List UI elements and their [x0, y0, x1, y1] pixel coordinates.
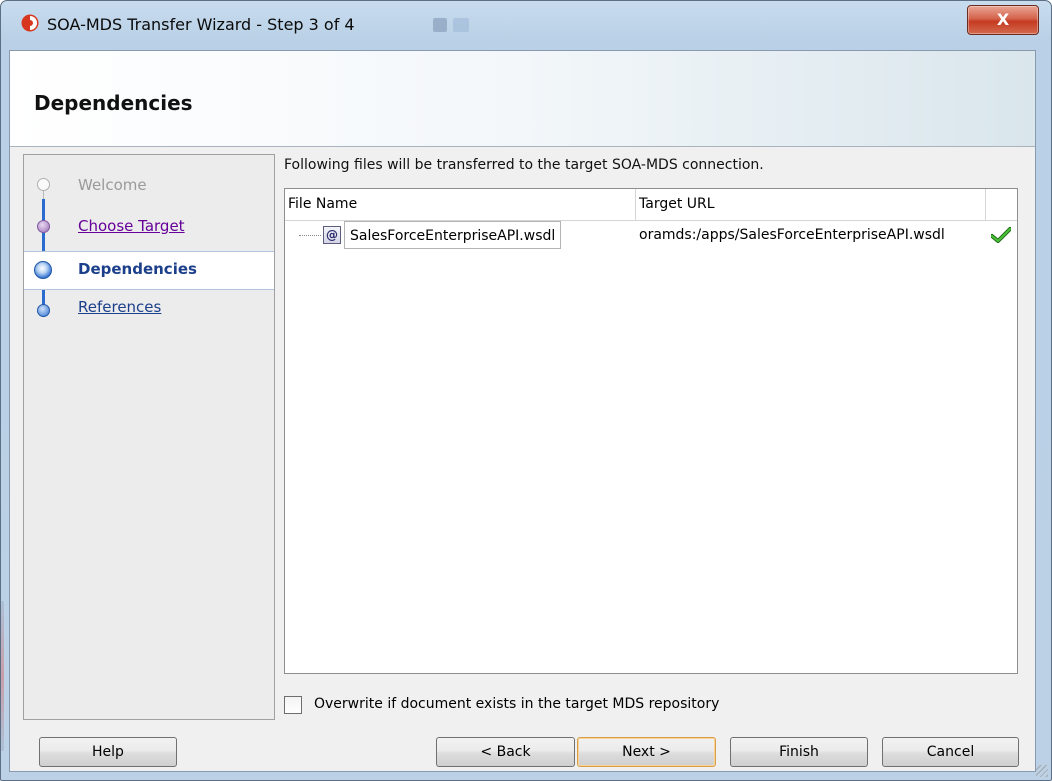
wizard-step-navigation: Welcome Choose Target Dependencies Refer…: [23, 154, 275, 720]
cancel-button[interactable]: Cancel: [882, 737, 1019, 767]
column-header-target-url[interactable]: Target URL: [636, 189, 986, 220]
close-button[interactable]: X: [967, 5, 1039, 35]
wizard-window: SOA-MDS Transfer Wizard - Step 3 of 4 X …: [0, 0, 1052, 781]
nav-item-dependencies[interactable]: Dependencies: [24, 251, 274, 290]
wsdl-file-icon: @: [323, 226, 341, 244]
jdeveloper-app-icon: [21, 14, 39, 32]
column-header-file-name[interactable]: File Name: [285, 189, 636, 220]
instruction-text: Following files will be transferred to t…: [284, 157, 764, 173]
table-row[interactable]: @ SalesForceEnterpriseAPI.wsdl oramds:/a…: [285, 221, 1017, 251]
column-header-status[interactable]: [986, 189, 1017, 220]
step-dot-icon: [37, 220, 50, 233]
title-bar[interactable]: SOA-MDS Transfer Wizard - Step 3 of 4 X: [1, 1, 1051, 51]
current-step-dot-icon: [34, 261, 52, 279]
title-bar-artifact-icon: [453, 18, 469, 32]
nav-item-label: Welcome: [78, 176, 147, 194]
step-dot-icon: [37, 178, 50, 191]
nav-item-label: Dependencies: [78, 260, 197, 278]
back-button[interactable]: < Back: [436, 737, 575, 767]
step-header: Dependencies: [10, 51, 1035, 147]
window-title: SOA-MDS Transfer Wizard - Step 3 of 4: [47, 15, 355, 34]
nav-item-welcome: Welcome: [24, 169, 274, 205]
overwrite-checkbox[interactable]: [284, 696, 302, 714]
wizard-client-area: Dependencies Welcome Choose Target Depen…: [9, 50, 1036, 772]
help-button[interactable]: Help: [39, 737, 177, 767]
target-url-cell: oramds:/apps/SalesForceEnterpriseAPI.wsd…: [639, 227, 945, 243]
title-bar-artifact-icon: [433, 18, 447, 32]
nav-item-label[interactable]: References: [78, 298, 161, 316]
nav-item-label[interactable]: Choose Target: [78, 217, 185, 235]
resize-grip-icon[interactable]: [1036, 765, 1048, 777]
close-icon: X: [996, 10, 1010, 29]
next-button[interactable]: Next >: [577, 737, 716, 767]
finish-button[interactable]: Finish: [730, 737, 868, 767]
check-icon: [991, 227, 1011, 243]
nav-item-choose-target[interactable]: Choose Target: [24, 210, 274, 246]
table-header: File Name Target URL: [285, 189, 1017, 221]
tree-connector: [299, 235, 321, 236]
file-name-cell[interactable]: SalesForceEnterpriseAPI.wsdl: [344, 221, 562, 249]
files-table[interactable]: File Name Target URL @ SalesForceEnterpr…: [284, 188, 1018, 674]
window-edge-artifact: [1, 601, 4, 751]
page-title: Dependencies: [34, 91, 193, 115]
overwrite-checkbox-label[interactable]: Overwrite if document exists in the targ…: [314, 696, 719, 712]
step-dot-icon: [37, 304, 50, 317]
nav-item-references[interactable]: References: [24, 292, 274, 328]
